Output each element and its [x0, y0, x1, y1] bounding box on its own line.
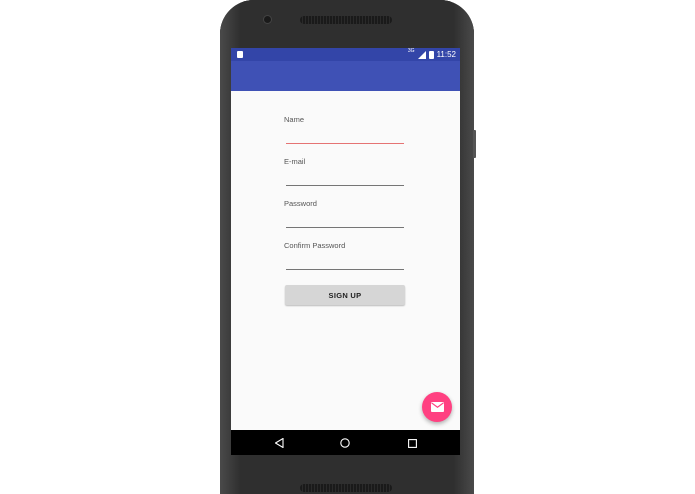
app-screen: 3G 11:52 Name E-mail Password Confirm Pa… [231, 48, 460, 455]
password-field[interactable]: Password [284, 199, 406, 229]
status-bar: 3G 11:52 [231, 48, 460, 61]
battery-icon [428, 50, 434, 59]
signal-icon [417, 50, 426, 59]
confirm-password-field-underline [286, 269, 404, 270]
name-field-underline [286, 143, 404, 144]
name-field[interactable]: Name [284, 115, 406, 145]
status-time: 11:52 [436, 50, 456, 59]
signup-button[interactable]: SIGN UP [285, 285, 405, 305]
back-icon [274, 438, 284, 448]
confirm-password-field[interactable]: Confirm Password [284, 241, 406, 271]
name-field-label: Name [284, 115, 305, 124]
mail-fab[interactable] [422, 392, 452, 422]
home-button[interactable] [338, 436, 352, 450]
email-field[interactable]: E-mail [284, 157, 406, 187]
status-icons: 3G 11:52 [408, 49, 456, 60]
password-field-label: Password [284, 199, 317, 208]
home-icon [340, 438, 350, 448]
mail-icon [430, 402, 444, 412]
password-field-underline [286, 227, 404, 228]
power-button[interactable] [473, 130, 476, 158]
sd-card-icon [237, 51, 243, 58]
network-type-label: 3G [407, 48, 415, 54]
email-field-label: E-mail [284, 157, 306, 166]
navigation-bar [231, 430, 460, 455]
email-field-underline [286, 185, 404, 186]
back-button[interactable] [272, 436, 286, 450]
confirm-password-field-label: Confirm Password [284, 241, 346, 250]
top-speaker-grille [300, 16, 392, 24]
app-toolbar [231, 61, 460, 91]
front-camera [264, 16, 271, 23]
recents-button[interactable] [405, 436, 419, 450]
bottom-speaker-grille [300, 484, 392, 492]
recents-icon [407, 438, 417, 448]
